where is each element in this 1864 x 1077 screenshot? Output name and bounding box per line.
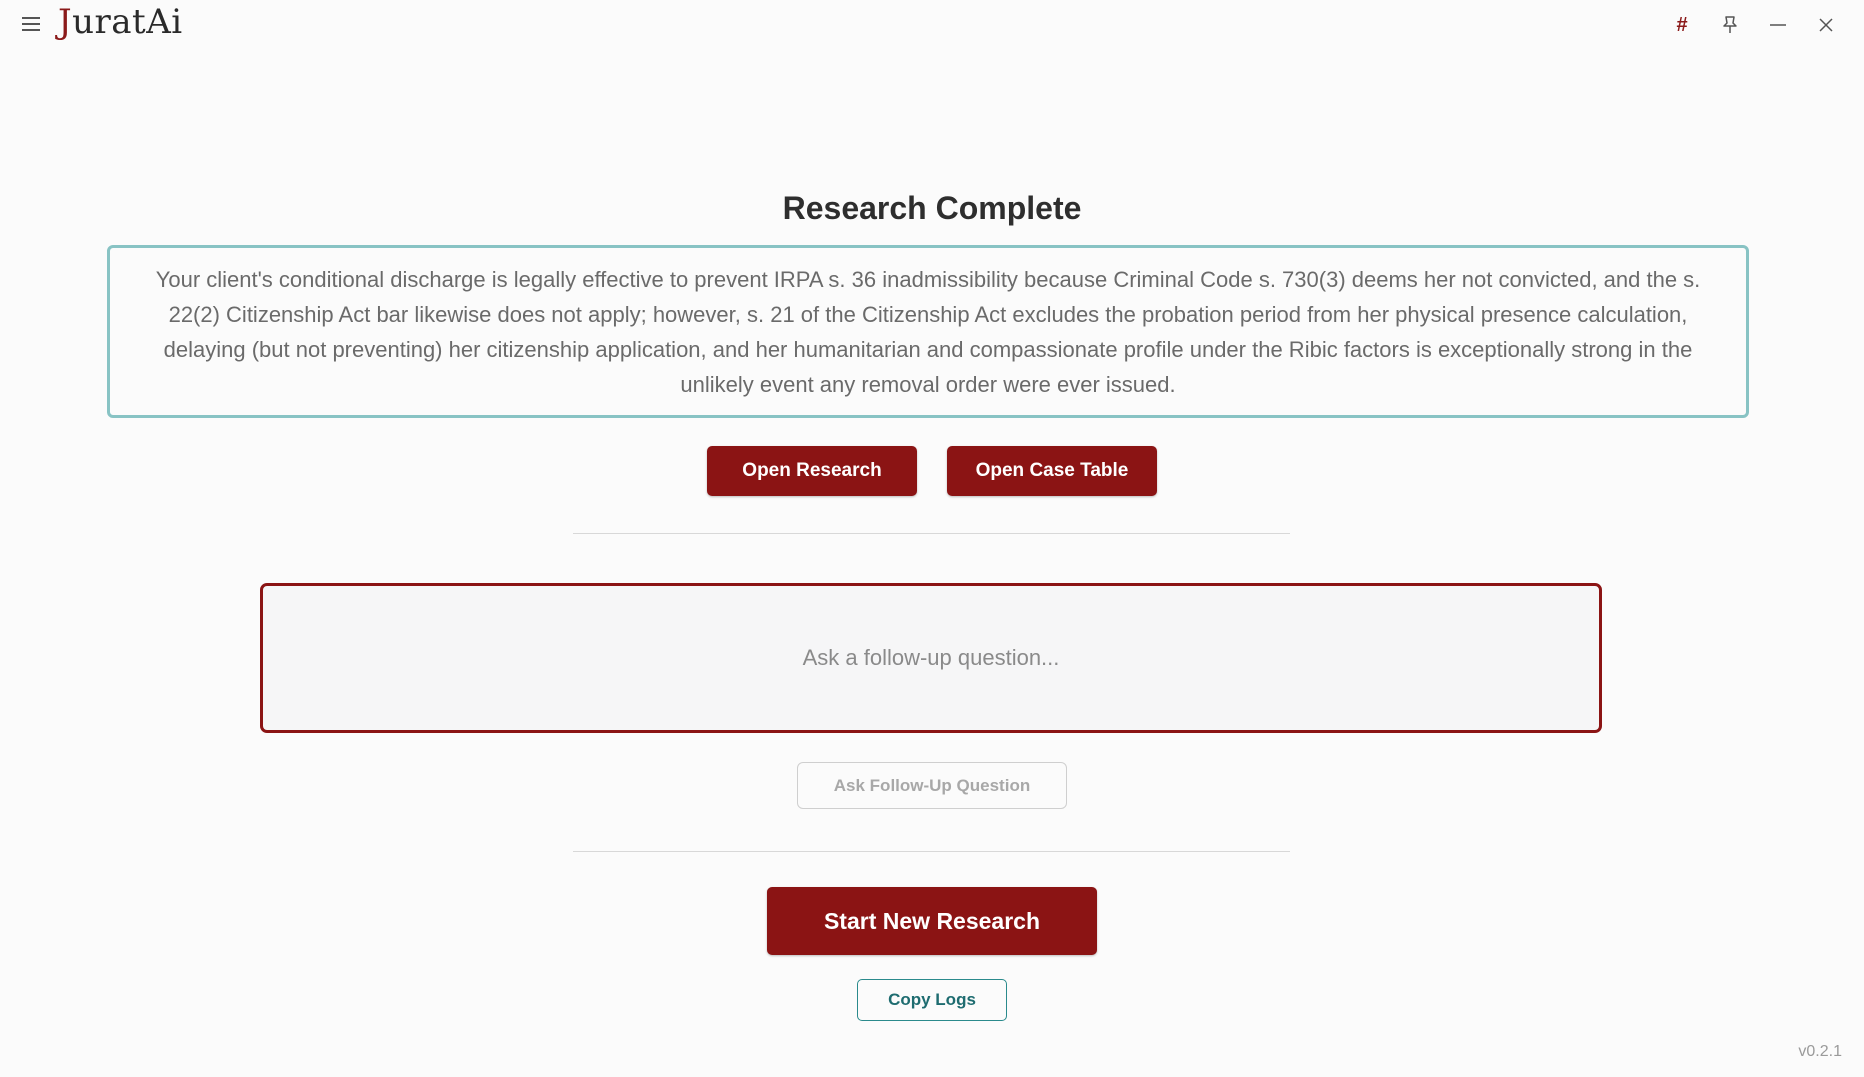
copy-logs-button[interactable]: Copy Logs [857,979,1007,1021]
divider [573,851,1290,852]
close-icon[interactable] [1802,8,1850,42]
research-summary-box: Your client's conditional discharge is l… [107,245,1749,418]
version-label: v0.2.1 [1798,1043,1842,1060]
open-research-button[interactable]: Open Research [707,446,917,496]
hash-icon[interactable]: # [1658,8,1706,42]
pin-icon[interactable] [1706,8,1754,42]
window-controls: # [1658,8,1850,42]
result-actions: Open Research Open Case Table [0,446,1864,496]
page-title: Research Complete [782,190,1082,226]
followup-input-container[interactable] [260,583,1602,733]
divider [573,533,1290,534]
followup-question-input[interactable] [263,644,1599,672]
start-new-research-button[interactable]: Start New Research [767,887,1097,955]
app-logo: JuratAi [58,2,183,42]
open-case-table-button[interactable]: Open Case Table [947,446,1157,496]
title-bar: JuratAi # [0,0,1864,50]
minimize-icon[interactable] [1754,8,1802,42]
ask-followup-button[interactable]: Ask Follow-Up Question [797,762,1067,809]
research-summary-text: Your client's conditional discharge is l… [155,266,1701,397]
menu-icon[interactable] [20,14,42,34]
app-window: JuratAi # Research Complete Your client'… [0,0,1864,1077]
